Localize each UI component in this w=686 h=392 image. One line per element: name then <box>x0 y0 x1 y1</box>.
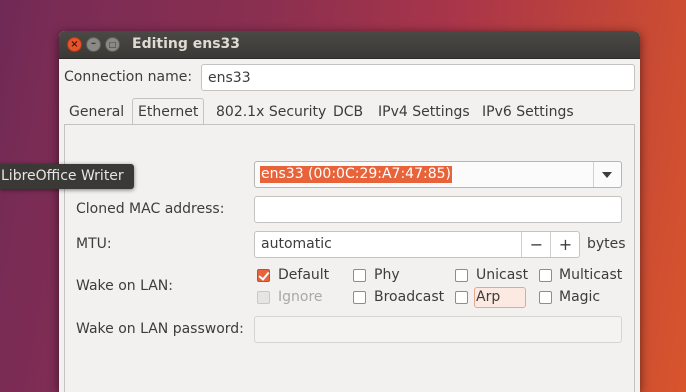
mtu-value: automatic <box>261 236 332 252</box>
minimize-icon[interactable]: – <box>86 37 101 52</box>
wol-multicast-label: Multicast <box>559 267 623 283</box>
tab-ipv6-settings[interactable]: IPv6 Settings <box>477 99 579 125</box>
connection-name-input[interactable] <box>201 64 635 91</box>
cloned-mac-input[interactable] <box>254 196 622 223</box>
wol-phy-checkbox[interactable] <box>353 269 366 282</box>
title-bar[interactable]: × – □ Editing ens33 <box>59 31 640 59</box>
wol-ignore-label: Ignore <box>278 289 323 305</box>
window-title: Editing ens33 <box>132 36 241 52</box>
device-combobox[interactable]: ens33 (00:0C:29:A7:47:85) <box>254 161 622 188</box>
wol-broadcast-checkbox[interactable] <box>353 291 366 304</box>
wol-password-input[interactable] <box>254 316 622 343</box>
mtu-decrement-button[interactable]: − <box>521 232 551 257</box>
cloned-mac-label: Cloned MAC address: <box>76 201 225 217</box>
wake-on-lan-label: Wake on LAN: <box>76 278 173 294</box>
wol-ignore-checkbox <box>257 291 270 304</box>
chevron-down-icon <box>602 172 612 178</box>
tab-ethernet[interactable]: Ethernet <box>132 98 205 126</box>
wol-arp-checkbox[interactable] <box>455 291 468 304</box>
wol-multicast-checkbox[interactable] <box>539 269 552 282</box>
wol-broadcast-label: Broadcast <box>374 289 445 305</box>
wol-unicast-label: Unicast <box>476 267 529 283</box>
mtu-spinbox[interactable]: automatic − + <box>254 231 580 258</box>
wol-magic-label: Magic <box>559 289 601 305</box>
wol-default-label: Default <box>278 267 330 283</box>
mtu-label: MTU: <box>76 236 112 252</box>
close-icon[interactable]: × <box>67 37 82 52</box>
mtu-increment-button[interactable]: + <box>550 232 580 257</box>
wol-unicast-checkbox[interactable] <box>455 269 468 282</box>
wol-default-checkbox[interactable] <box>257 269 270 282</box>
tab-general[interactable]: General <box>64 99 129 125</box>
wol-phy-label: Phy <box>374 267 400 283</box>
editing-connection-window: × – □ Editing ens33 Connection name: Gen… <box>59 31 640 392</box>
wol-password-label: Wake on LAN password: <box>76 321 244 337</box>
tab-dcb[interactable]: DCB <box>328 99 368 125</box>
mtu-unit-label: bytes <box>587 236 626 252</box>
tab-ipv4-settings[interactable]: IPv4 Settings <box>373 99 475 125</box>
wol-arp-label: Arp <box>476 289 501 305</box>
maximize-icon[interactable]: □ <box>105 37 120 52</box>
connection-name-label: Connection name: <box>64 69 193 85</box>
device-selected-value: ens33 (00:0C:29:A7:47:85) <box>260 166 452 183</box>
wol-magic-checkbox[interactable] <box>539 291 552 304</box>
tooltip-libreoffice-writer: LibreOffice Writer <box>0 164 134 189</box>
tab-802-1x-security[interactable]: 802.1x Security <box>211 99 331 125</box>
device-dropdown-button[interactable] <box>593 162 621 187</box>
